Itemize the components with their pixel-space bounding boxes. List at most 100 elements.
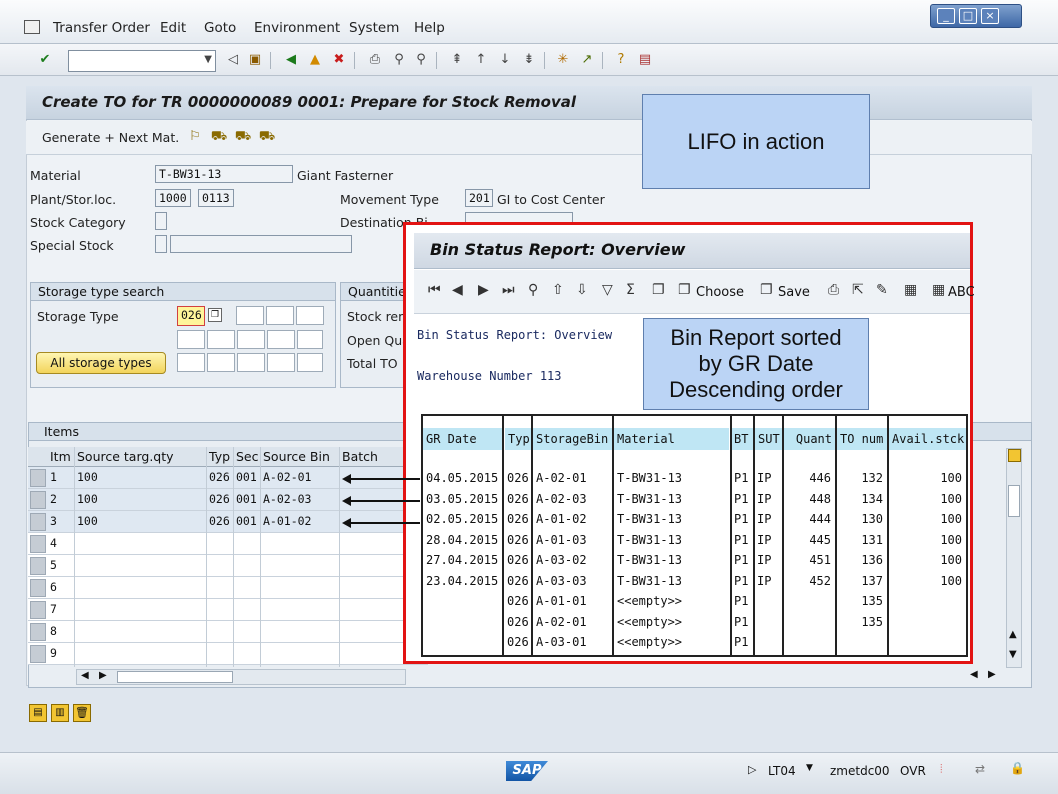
sap-menu-icon[interactable] [24,20,40,34]
menu-environment[interactable]: Environment [254,20,340,36]
enter-check-icon[interactable]: ✔ [36,51,54,69]
storage-type-field[interactable] [297,353,323,372]
report-row[interactable]: 03.05.2015 026 A-02-03 T-BW31-13 P1 IP 448 134 1… [423,489,966,510]
last-page-icon[interactable]: ⏭ [502,282,515,298]
row-selector[interactable] [30,513,46,531]
report-row[interactable]: 02.05.2015 026 A-01-02 T-BW31-13 P1 IP 444 130 1… [423,509,966,530]
back-nav-icon[interactable]: ◁ [224,51,242,69]
cancel-icon[interactable]: ✖ [330,51,348,69]
lock-icon[interactable]: 🔒 [1010,761,1025,775]
export-icon[interactable]: ⇱ [852,282,864,298]
chevron-down-icon[interactable]: ▼ [204,54,212,65]
menu-goto[interactable]: Goto [204,20,236,36]
storage-type-field[interactable] [297,330,323,349]
menu-edit[interactable]: Edit [160,20,186,36]
scroll-thumb[interactable] [117,671,233,683]
storage-type-field[interactable] [266,306,294,325]
scroll-up-icon[interactable]: ▲ [1009,629,1017,640]
report-row[interactable]: 27.04.2015 026 A-03-02 T-BW31-13 P1 IP 451 136 1… [423,550,966,571]
search-help-icon[interactable]: ❐ [208,308,222,322]
select-all-icon[interactable]: ▤ [29,704,47,722]
storage-type-field[interactable] [267,330,295,349]
row-selector[interactable] [30,601,46,619]
storage-type-field[interactable] [237,353,265,372]
menu-system[interactable]: System [349,20,399,36]
find-icon[interactable]: ⚲ [390,51,408,69]
scroll-thumb[interactable] [1008,485,1020,517]
prev-page-icon[interactable]: ◀ [452,282,463,298]
edit-icon[interactable]: ✎ [876,282,888,298]
report-row[interactable]: 28.04.2015 026 A-01-03 T-BW31-13 P1 IP 445 131 1… [423,530,966,551]
all-storage-types-button[interactable]: All storage types [36,352,166,374]
maximize-icon[interactable]: □ [959,8,977,24]
choose-icon[interactable]: ❐ [678,282,691,298]
scroll-right-icon[interactable]: ▶ [988,669,996,680]
first-page-icon[interactable]: ⇞ [448,51,466,69]
scroll-right-icon[interactable]: ▶ [99,670,107,681]
report-row[interactable]: 026 A-03-01 <<empty>> P1 [423,632,966,653]
prev-page-icon[interactable]: ↑ [472,51,490,69]
report-row[interactable]: 026 A-02-01 <<empty>> P1 135 [423,612,966,633]
save-icon[interactable]: ▣ [246,51,264,69]
scroll-left-icon[interactable]: ◀ [970,669,978,680]
chevron-down-icon[interactable]: ▼ [806,763,813,773]
status-play-icon[interactable]: ▷ [748,763,756,776]
deselect-all-icon[interactable]: ▥ [51,704,69,722]
minimize-icon[interactable]: _ [937,8,955,24]
table-row[interactable]: 4 [28,533,428,555]
save-icon[interactable]: ❐ [760,282,773,298]
tool-icon-4[interactable]: ⛟ [258,128,276,146]
storage-type-field[interactable] [267,353,295,372]
abc-analysis-icon[interactable]: ▦ [932,282,945,298]
subtotal-icon[interactable]: ❐ [652,282,665,298]
new-session-icon[interactable]: ✳ [554,51,572,69]
command-field[interactable]: ▼ [68,50,216,72]
report-row[interactable]: 026 A-01-01 <<empty>> P1 135 [423,591,966,612]
horizontal-scrollbar-right[interactable]: ◀ ▶ [966,669,1002,685]
row-selector[interactable] [30,579,46,597]
generate-next-material-button[interactable]: Generate + Next Mat. [42,130,179,145]
sort-ascending-icon[interactable]: ⇧ [552,282,564,298]
exit-icon[interactable]: ▲ [306,51,324,69]
row-selector[interactable] [30,557,46,575]
report-row[interactable]: 04.05.2015 026 A-02-01 T-BW31-13 P1 IP 446 132 1… [423,468,966,489]
close-icon[interactable]: × [981,8,999,24]
tool-icon-1[interactable]: ⚐ [186,128,204,146]
transaction-code[interactable]: LT04 [768,764,796,778]
row-selector[interactable] [30,623,46,641]
menu-transfer-order[interactable]: Transfer Order [53,20,150,36]
print-icon[interactable]: ⎙ [366,51,384,69]
report-row[interactable]: 23.04.2015 026 A-03-03 T-BW31-13 P1 IP 452 137 1… [423,571,966,592]
find-next-icon[interactable]: ⚲ [412,51,430,69]
scroll-left-icon[interactable]: ◀ [81,670,89,681]
row-selector[interactable] [30,469,46,487]
table-row[interactable]: 5 [28,555,428,577]
row-selector[interactable] [30,491,46,509]
row-selector[interactable] [30,645,46,663]
help-icon[interactable]: ? [612,51,630,69]
layout-icon[interactable]: ▤ [636,51,654,69]
table-settings-icon[interactable] [1008,449,1021,462]
table-row[interactable]: 9 [28,643,428,665]
row-selector[interactable] [30,535,46,553]
shortcut-icon[interactable]: ↗ [578,51,596,69]
horizontal-scrollbar[interactable]: ◀ ▶ [76,669,406,685]
storage-type-field[interactable] [207,330,235,349]
delete-icon[interactable]: 🗑 [73,704,91,722]
details-icon[interactable]: ⚲ [528,282,538,298]
next-page-icon[interactable]: ▶ [478,282,489,298]
table-row[interactable]: 6 [28,577,428,599]
vertical-scrollbar[interactable]: ▲ ▼ [1006,448,1022,668]
storage-type-field[interactable] [207,353,235,372]
storage-type-field[interactable] [177,330,205,349]
sum-icon[interactable]: Σ [626,282,635,298]
table-row[interactable]: 7 [28,599,428,621]
sort-descending-icon[interactable]: ⇩ [576,282,588,298]
storage-type-field[interactable]: 026 [177,306,205,326]
choose-button[interactable]: Choose [696,285,744,300]
storage-type-field[interactable] [237,330,265,349]
last-page-icon[interactable]: ⇟ [520,51,538,69]
abc-button[interactable]: ABC [948,285,975,300]
storage-type-field[interactable] [236,306,264,325]
storage-type-field[interactable] [177,353,205,372]
